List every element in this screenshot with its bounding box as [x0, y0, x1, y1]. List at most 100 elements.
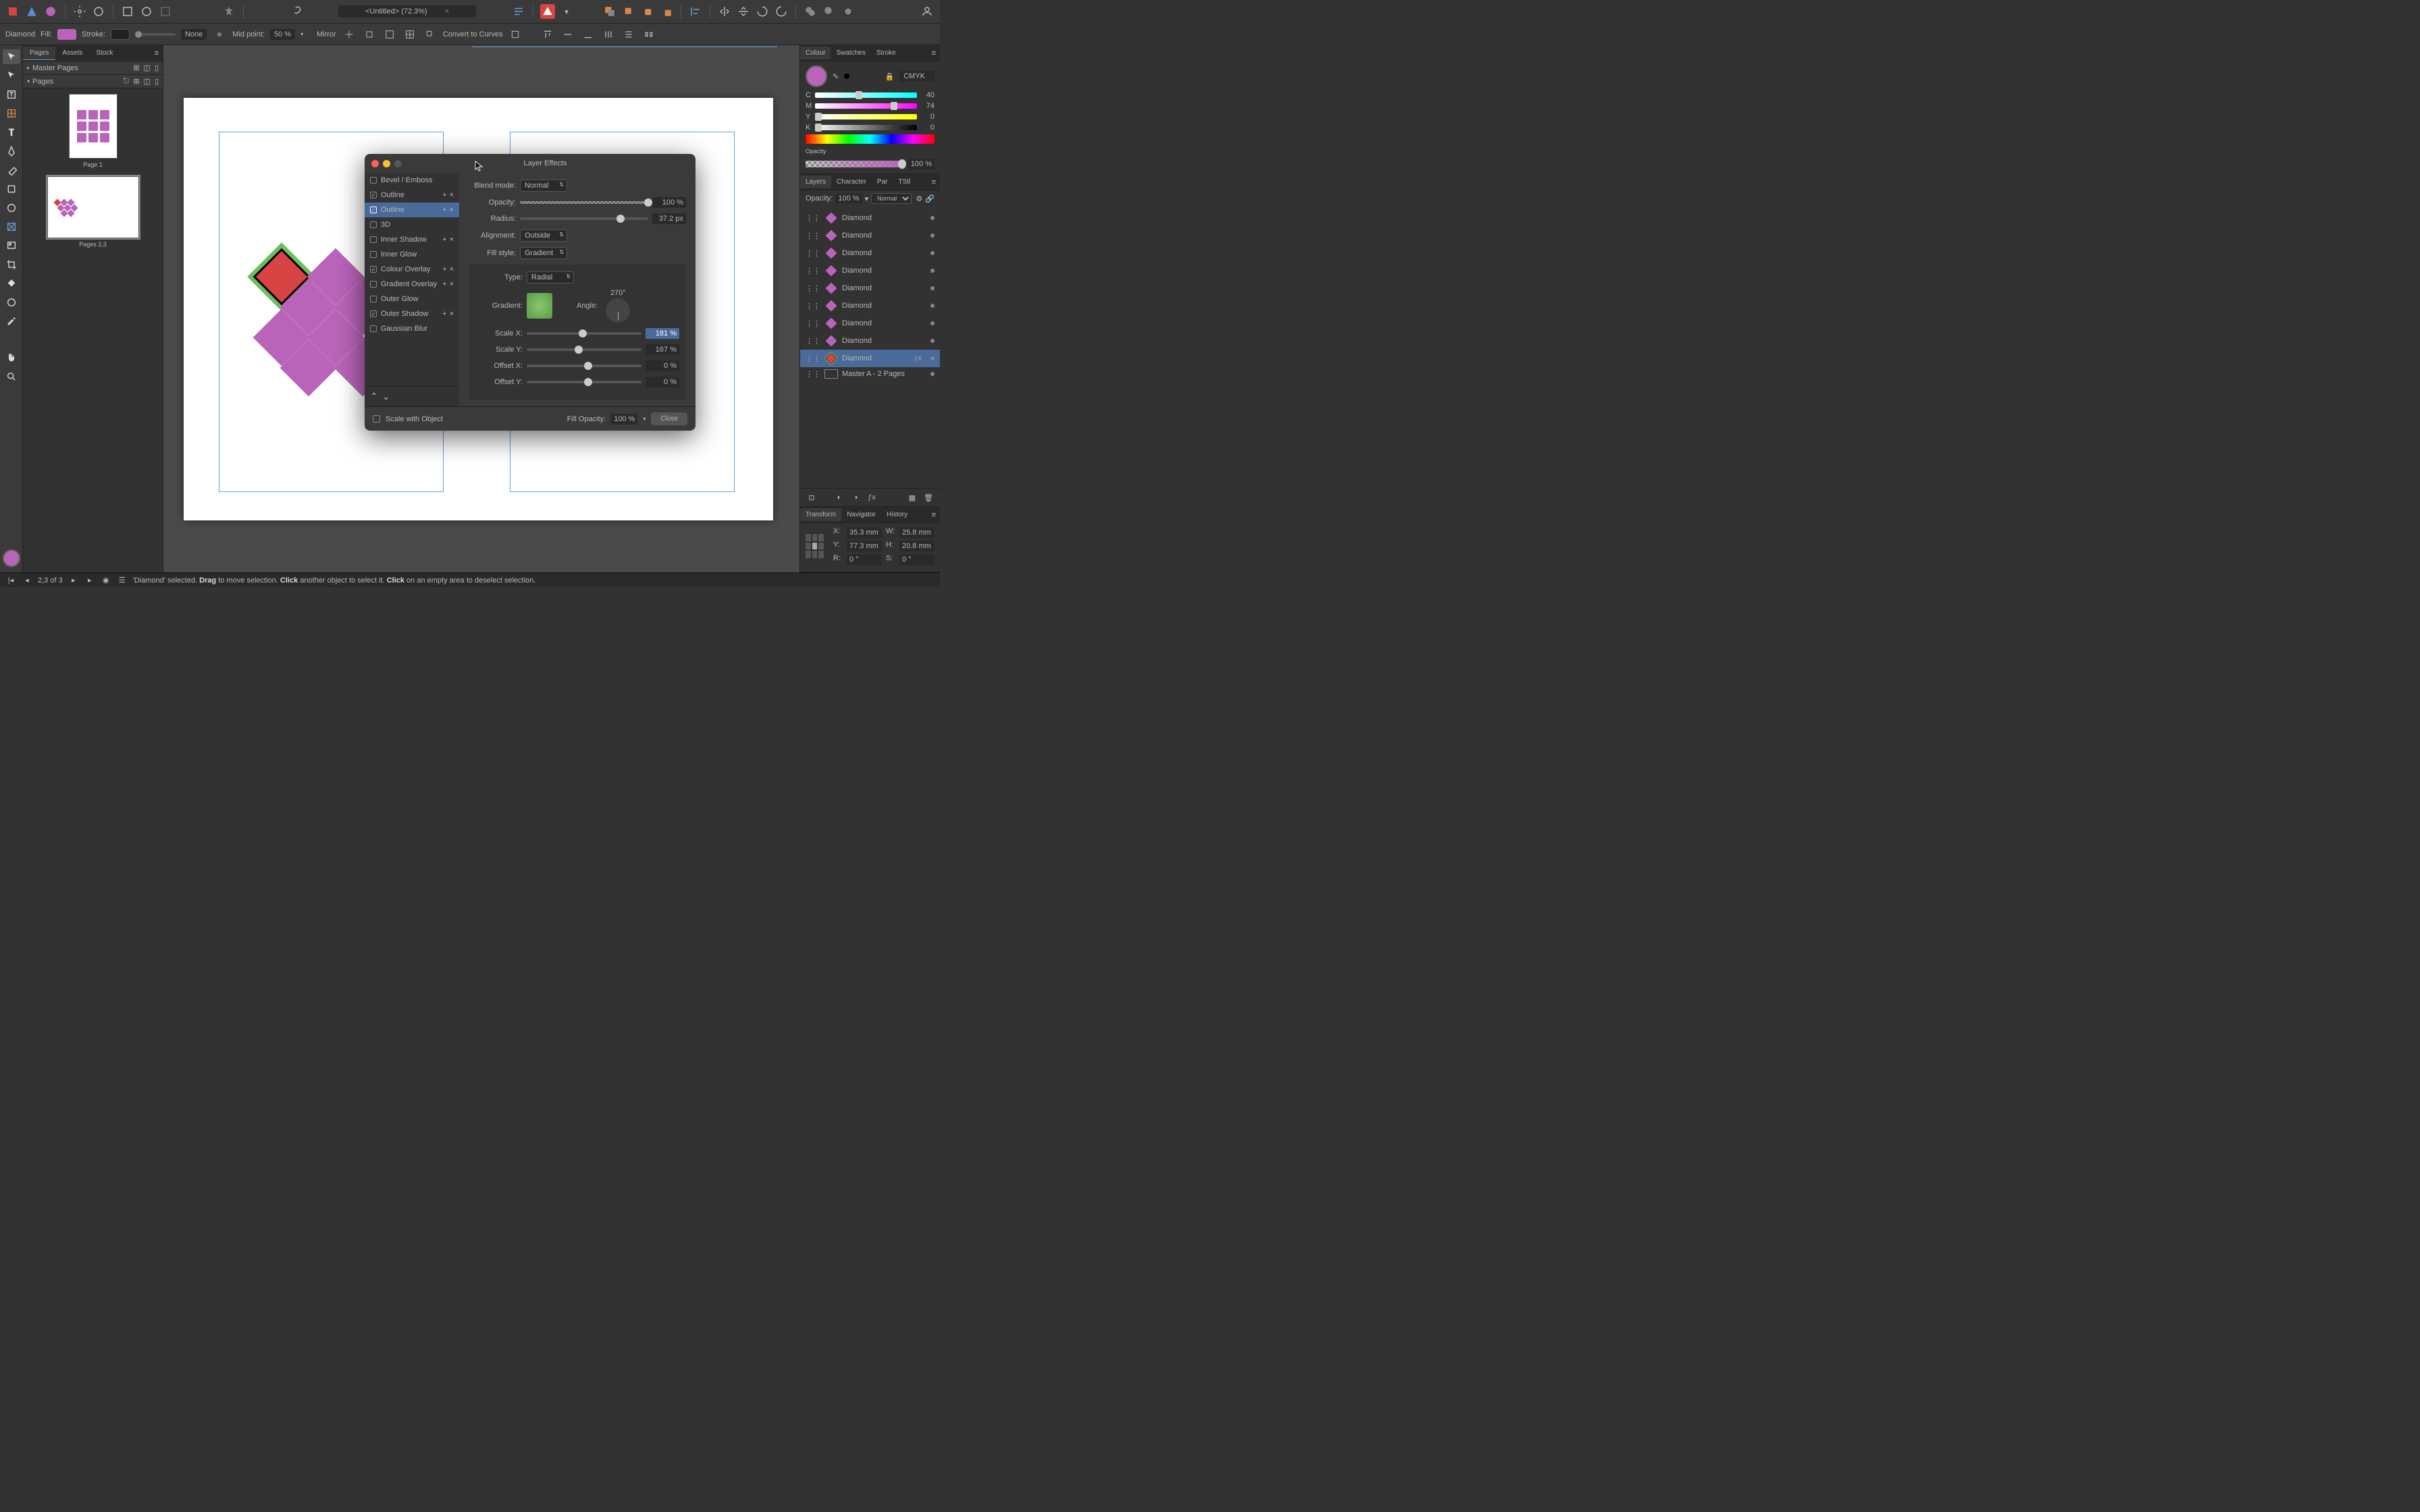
find-page-icon[interactable]: ⎋	[124, 77, 130, 86]
radius-value[interactable]: 37.2 px	[652, 213, 686, 224]
tab-history[interactable]: History	[881, 508, 913, 521]
angle-dial[interactable]	[606, 298, 630, 323]
alignment-select[interactable]: Outside	[520, 230, 567, 242]
rounded-rect-tool-icon[interactable]	[3, 200, 20, 215]
offsety-value[interactable]: 0 %	[646, 377, 679, 387]
radius-slider[interactable]	[520, 217, 648, 220]
gradient-swatch[interactable]	[527, 293, 552, 319]
angle-value[interactable]: 270°	[610, 289, 626, 297]
close-button[interactable]: Close	[651, 412, 687, 425]
add-icon[interactable]: +	[442, 310, 446, 318]
first-page-icon[interactable]: |◂	[5, 575, 16, 586]
add-page-icon[interactable]: ⊞	[133, 77, 139, 86]
layer-row[interactable]: ⋮⋮Diamond	[800, 262, 940, 279]
fx-icon[interactable]: ƒx	[866, 491, 878, 504]
layer-row[interactable]: ⋮⋮Diamond	[800, 315, 940, 332]
c-slider[interactable]	[815, 92, 917, 98]
fx-outline-2[interactable]: Outline+×	[365, 202, 459, 217]
pin-icon[interactable]	[221, 4, 236, 19]
transform-origin-icon[interactable]	[402, 27, 417, 42]
fx-colour-overlay[interactable]: Colour Overlay+×	[365, 262, 459, 277]
show-rotation-icon[interactable]	[362, 27, 377, 42]
layer-row[interactable]: ⋮⋮Diamond	[800, 279, 940, 297]
opacity-slider[interactable]	[520, 201, 648, 204]
tab-colour[interactable]: Colour	[800, 47, 831, 59]
tab-stock[interactable]: Stock	[89, 47, 120, 59]
text-styles-icon[interactable]	[511, 4, 526, 19]
y-slider[interactable]	[815, 114, 917, 119]
layer-row-master[interactable]: ⋮⋮Master A - 2 Pages	[800, 367, 940, 381]
master-pages-header[interactable]: ▸ Master Pages ⊞ ◫ ▯	[23, 61, 163, 75]
scaley-value[interactable]: 167 %	[646, 344, 679, 355]
cycle-selection-icon[interactable]	[423, 27, 438, 42]
prev-page-icon[interactable]: ◂	[22, 575, 32, 586]
page-indicator[interactable]: 2,3 of 3	[38, 576, 63, 585]
picture-frame-tool-icon[interactable]	[3, 219, 20, 234]
close-window-icon[interactable]	[371, 160, 379, 167]
fillstyle-select[interactable]: Gradient	[520, 247, 567, 259]
colour-picker-tool-icon[interactable]	[3, 314, 20, 329]
delete-page-icon[interactable]: ▯	[155, 77, 159, 86]
remove-icon[interactable]: ×	[450, 236, 454, 244]
preview-mode-icon[interactable]	[120, 4, 135, 19]
gradient-type-select[interactable]: Radial	[527, 271, 574, 284]
link-layers-icon[interactable]: 🔗	[925, 194, 935, 203]
colour-menu-icon[interactable]: ≡	[928, 49, 940, 57]
preferences-icon[interactable]	[72, 4, 87, 19]
clip-canvas-icon[interactable]	[139, 4, 154, 19]
flip-v-icon[interactable]	[736, 4, 751, 19]
preflight-icon[interactable]	[540, 4, 555, 19]
node-tool-icon[interactable]	[3, 68, 20, 83]
tint-icon[interactable]	[844, 74, 849, 79]
zoom-tool-icon[interactable]	[3, 369, 20, 384]
tab-swatches[interactable]: Swatches	[831, 47, 870, 59]
offsetx-value[interactable]: 0 %	[646, 360, 679, 371]
app-switcher-designer-icon[interactable]	[24, 4, 39, 19]
hide-selection-icon[interactable]	[382, 27, 397, 42]
offsety-slider[interactable]	[527, 381, 641, 383]
vector-crop-tool-icon[interactable]	[3, 257, 20, 272]
blend-mode-select[interactable]: Normal	[520, 180, 567, 192]
text-flow-icon[interactable]: ☰	[117, 575, 128, 586]
colour-opacity-slider[interactable]	[806, 161, 905, 167]
remove-icon[interactable]: ×	[450, 265, 454, 273]
tab-pages[interactable]: Pages	[23, 47, 55, 60]
boolean-add-icon[interactable]	[803, 4, 818, 19]
fx-outer-glow[interactable]: Outer Glow	[365, 292, 459, 306]
flip-h-icon[interactable]	[717, 4, 732, 19]
transform-menu-icon[interactable]: ≡	[928, 511, 940, 519]
ellipse-tool-icon[interactable]	[3, 182, 20, 196]
move-tool-icon[interactable]	[3, 49, 20, 64]
align-bottom-icon[interactable]	[581, 27, 596, 42]
tab-paragraph[interactable]: Par	[872, 176, 893, 188]
tab-character[interactable]: Character	[831, 176, 872, 188]
opacity-value[interactable]: 100 %	[652, 197, 686, 208]
eyedropper-icon[interactable]: ✎	[833, 72, 839, 81]
page-thumb-2[interactable]	[47, 176, 139, 238]
rectangle-tool-icon[interactable]	[3, 163, 20, 178]
stroke-width-slider[interactable]	[135, 33, 176, 36]
h-value[interactable]: 20.8 mm	[899, 541, 935, 551]
arrange-backward-icon[interactable]	[621, 4, 636, 19]
scaley-slider[interactable]	[527, 348, 641, 351]
baseline-grid-icon[interactable]	[158, 4, 173, 19]
distribute-v-icon[interactable]	[621, 27, 636, 42]
scale-with-object-checkbox[interactable]	[373, 415, 380, 423]
x-value[interactable]: 35.3 mm	[847, 527, 882, 538]
duplicate-master-icon[interactable]: ◫	[144, 63, 151, 72]
move-down-icon[interactable]: ⌄	[382, 391, 390, 402]
boolean-subtract-icon[interactable]	[822, 4, 837, 19]
fx-outer-shadow[interactable]: Outer Shadow+×	[365, 306, 459, 321]
boolean-intersect-icon[interactable]	[841, 4, 856, 19]
layers-menu-icon[interactable]: ≡	[928, 178, 940, 186]
stroke-options-icon[interactable]	[212, 27, 227, 42]
fx-3d[interactable]: 3D	[365, 217, 459, 232]
tab-navigator[interactable]: Navigator	[841, 508, 881, 521]
tab-layers[interactable]: Layers	[800, 176, 831, 188]
layer-row[interactable]: ⋮⋮Diamond	[800, 332, 940, 350]
remove-icon[interactable]: ×	[450, 206, 454, 214]
gear-icon[interactable]: ⚙	[916, 194, 922, 203]
align-top-icon[interactable]	[540, 27, 555, 42]
fill-tool-icon[interactable]	[3, 276, 20, 291]
fx-gradient-overlay[interactable]: Gradient Overlay+×	[365, 277, 459, 292]
